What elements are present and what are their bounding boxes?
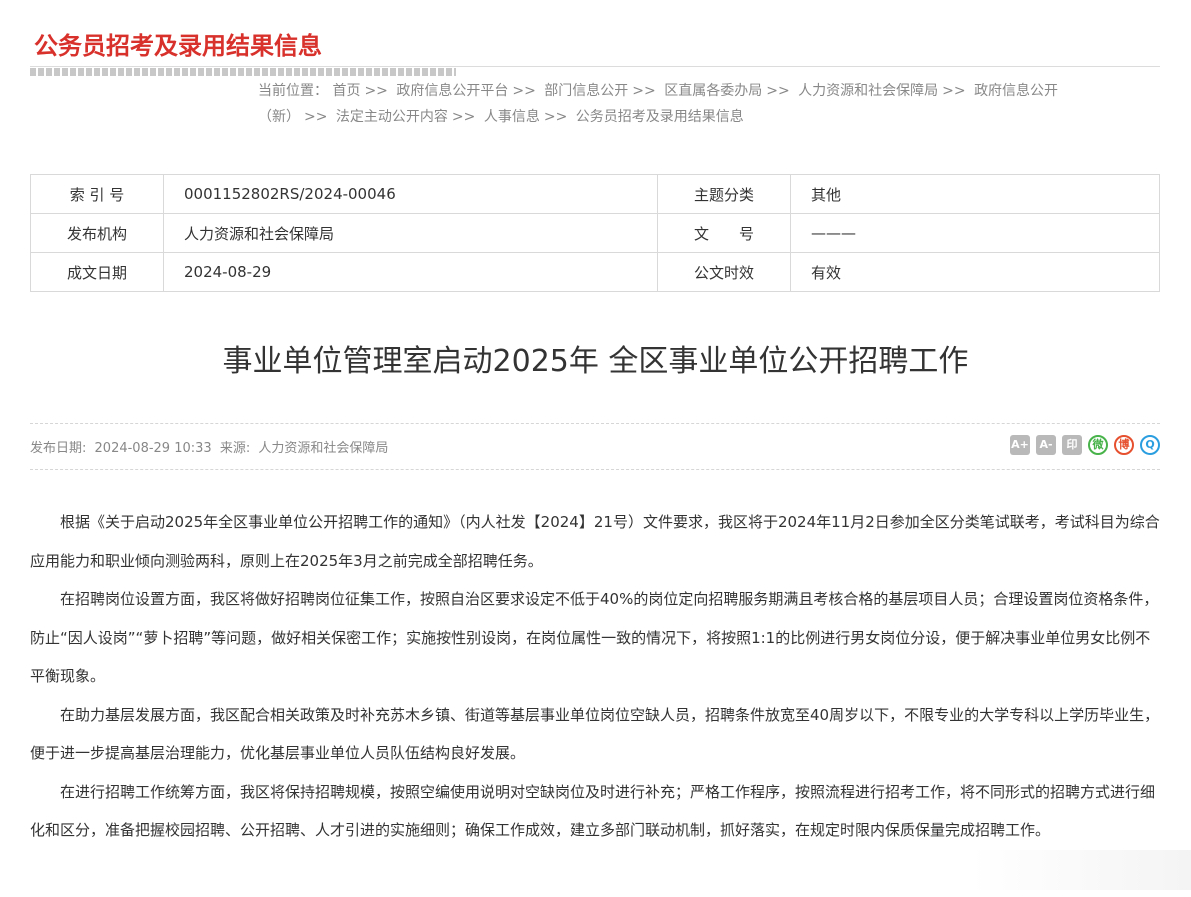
breadcrumb-separator: >> — [942, 83, 966, 99]
breadcrumb-platform[interactable]: 政府信息公开平台 — [396, 83, 508, 99]
breadcrumb-home[interactable]: 首页 — [332, 83, 360, 99]
breadcrumb-personnel-info[interactable]: 人事信息 — [484, 109, 540, 125]
breadcrumb: 当前位置： 首页 >> 政府信息公开平台 >> 部门信息公开 >> 区直属各委办局 >>… — [258, 78, 1088, 130]
topic-category-label: 主题分类 — [657, 174, 791, 214]
article-title: 事业单位管理室启动2025年 全区事业单位公开招聘工作 — [222, 344, 969, 379]
title-decoration — [30, 68, 456, 76]
breadcrumb-separator: >> — [451, 109, 476, 125]
divider — [30, 469, 1160, 470]
index-number-label: 索 引 号 — [30, 174, 164, 214]
publish-info: 发布日期: 2024-08-29 10:33 来源: 人力资源和社会保障局 — [30, 437, 392, 456]
weibo-icon[interactable]: 博 — [1114, 435, 1134, 455]
validity-label: 公文时效 — [657, 252, 791, 292]
publisher-value: 人力资源和社会保障局 — [163, 213, 658, 253]
qq-icon[interactable]: Q — [1140, 435, 1160, 455]
article-paragraph: 根据《关于启动2025年全区事业单位公开招聘工作的通知》（内人社发【2024】2… — [30, 513, 1160, 570]
breadcrumb-separator: >> — [766, 83, 790, 99]
breadcrumb-separator: >> — [543, 109, 568, 125]
document-number-label: 文 号 — [657, 213, 791, 253]
table-row: 发布机构 人力资源和社会保障局 文 号 ——— — [30, 213, 1160, 253]
bottom-fade — [971, 850, 1191, 890]
breadcrumb-current[interactable]: 公务员招考及录用结果信息 — [576, 109, 744, 125]
validity-value: 有效 — [790, 252, 1160, 292]
publish-date: 2024-08-29 10:33 — [94, 441, 212, 456]
topic-category-value: 其他 — [790, 174, 1160, 214]
font-larger-icon[interactable]: A+ — [1010, 435, 1030, 455]
breadcrumb-statutory-content[interactable]: 法定主动公开内容 — [336, 109, 448, 125]
title-divider — [30, 66, 1160, 67]
breadcrumb-separator: >> — [304, 109, 328, 125]
article-paragraph: 在招聘岗位设置方面，我区将做好招聘岗位征集工作，按照自治区要求设定不低于40%的… — [30, 590, 1159, 685]
article-body: 根据《关于启动2025年全区事业单位公开招聘工作的通知》（内人社发【2024】2… — [30, 503, 1160, 850]
breadcrumb-hr-bureau[interactable]: 人力资源和社会保障局 — [798, 83, 938, 99]
document-meta-table: 索 引 号 0001152802RS/2024-00046 主题分类 其他 发布… — [30, 174, 1160, 292]
publish-date-label: 发布日期: — [30, 441, 87, 456]
source-value: 人力资源和社会保障局 — [258, 441, 389, 456]
article-paragraph: 在助力基层发展方面，我区配合相关政策及时补充苏木乡镇、街道等基层事业单位岗位空缺… — [30, 705, 1160, 763]
section-title: 公务员招考及录用结果信息 — [34, 32, 322, 60]
divider — [30, 423, 1160, 424]
written-date-label: 成文日期 — [30, 252, 164, 292]
breadcrumb-prefix: 当前位置： — [258, 83, 328, 99]
index-number-value: 0001152802RS/2024-00046 — [163, 174, 658, 214]
font-smaller-icon[interactable]: A- — [1036, 435, 1056, 455]
publisher-label: 发布机构 — [30, 213, 164, 253]
breadcrumb-district-bureaus[interactable]: 区直属各委办局 — [664, 83, 762, 99]
print-icon[interactable]: 印 — [1062, 435, 1082, 455]
article-tools: A+ A- 印 微 博 Q — [1010, 435, 1160, 455]
source-label: 来源: — [219, 441, 251, 456]
breadcrumb-separator: >> — [512, 83, 536, 99]
document-number-value: ——— — [790, 213, 1160, 253]
breadcrumb-separator: >> — [632, 83, 656, 99]
wechat-icon[interactable]: 微 — [1088, 435, 1108, 455]
article-paragraph: 在进行招聘工作统筹方面，我区将保持招聘规模，按照空编使用说明对空缺岗位及时进行补… — [30, 782, 1156, 840]
written-date-value: 2024-08-29 — [163, 252, 658, 292]
breadcrumb-dept-info[interactable]: 部门信息公开 — [544, 83, 628, 99]
table-row: 成文日期 2024-08-29 公文时效 有效 — [30, 252, 1160, 292]
table-row: 索 引 号 0001152802RS/2024-00046 主题分类 其他 — [30, 174, 1160, 214]
breadcrumb-separator: >> — [364, 83, 388, 99]
